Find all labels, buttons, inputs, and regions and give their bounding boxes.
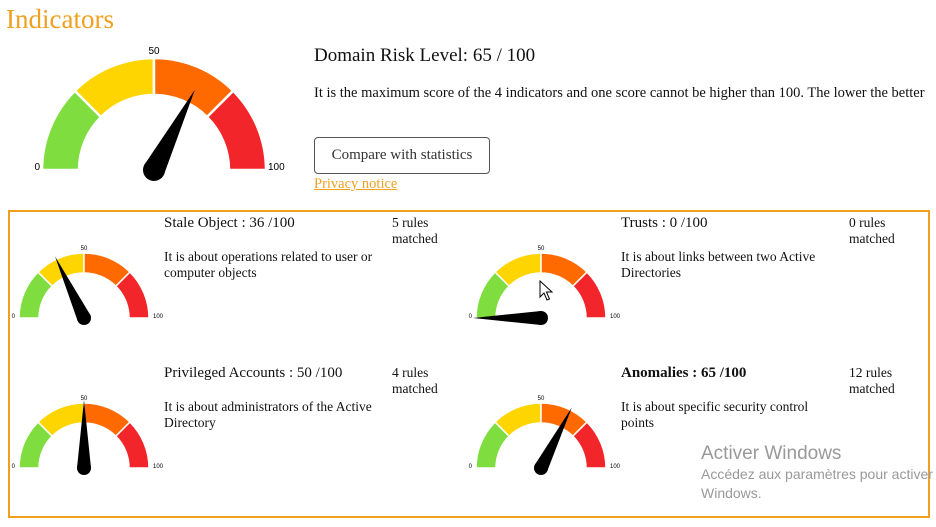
indicator-1-needle-hub (534, 311, 548, 325)
trusts-description: It is about links between two Active Dir… (621, 249, 816, 280)
indicator-2-max-label: 100 (153, 464, 164, 470)
page-title: Indicators (6, 4, 114, 34)
trusts-title: Trusts : 0 /100 (621, 215, 708, 231)
anomalies-rules: 12 rules matched (849, 365, 895, 396)
main-mid-label: 50 (148, 46, 160, 57)
activate-windows-watermark: Activer Windows Accédez aux paramètres p… (701, 443, 933, 503)
anomalies-gauge-svg: 0 50 100 (469, 396, 621, 475)
indicator-0-needle-hub (77, 311, 91, 325)
indicator-3-min-label: 0 (469, 464, 473, 470)
indicator-3-max-label: 100 (610, 464, 621, 470)
stale-object-rules: 5 rules matched (392, 215, 438, 246)
anomalies-description: It is about specific security control po… (621, 399, 809, 430)
privileged-accounts-gauge-svg: 0 50 100 (12, 396, 164, 475)
trusts-rules: 0 rules matched (849, 215, 895, 246)
risk-level-title: Domain Risk Level: 65 / 100 (314, 45, 536, 66)
anomalies-title: Anomalies : 65 /100 (621, 365, 747, 381)
indicator-2-mid-label: 50 (81, 396, 88, 402)
indicator-0-max-label: 100 (153, 314, 164, 320)
watermark-title: Activer Windows (701, 443, 842, 464)
indicator-0-mid-label: 50 (81, 246, 88, 252)
main-min-label: 0 (34, 162, 40, 173)
privileged-accounts-title: Privileged Accounts : 50 /100 (164, 365, 343, 381)
privileged-accounts-description: It is about administrators of the Active… (164, 399, 372, 430)
indicator-1-max-label: 100 (610, 314, 621, 320)
stale-object-description: It is about operations related to user o… (164, 249, 373, 280)
anomalies-gauge: 0 50 100 (467, 393, 627, 483)
risk-level-description: It is the maximum score of the 4 indicat… (314, 85, 925, 101)
domain-risk-gauge-svg: 0 50 100 (34, 46, 285, 181)
stale-object-title: Stale Object : 36 /100 (164, 215, 295, 231)
domain-risk-gauge: 0 50 100 (26, 42, 296, 182)
indicator-0-min-label: 0 (12, 314, 16, 320)
privacy-notice-link[interactable]: Privacy notice (314, 176, 397, 193)
compare-with-statistics-button[interactable]: Compare with statistics (314, 137, 490, 174)
privileged-accounts-rules: 4 rules matched (392, 365, 438, 396)
indicator-2-min-label: 0 (12, 464, 16, 470)
stale-object-gauge: 0 50 100 (10, 243, 170, 333)
indicator-1-min-label: 0 (469, 314, 473, 320)
watermark-line-2: Windows. (701, 485, 762, 501)
privileged-accounts-gauge: 0 50 100 (10, 393, 170, 483)
main-max-label: 100 (268, 162, 285, 173)
indicator-2-needle-hub (77, 461, 91, 475)
stale-object-gauge-svg: 0 50 100 (12, 246, 164, 325)
indicator-3-needle-hub (534, 461, 548, 475)
main-needle-hub (143, 159, 165, 181)
mouse-cursor-icon (539, 280, 553, 301)
watermark-line-1: Accédez aux paramètres pour activer (701, 466, 933, 482)
indicator-1-mid-label: 50 (538, 246, 545, 252)
indicator-3-mid-label: 50 (538, 396, 545, 402)
